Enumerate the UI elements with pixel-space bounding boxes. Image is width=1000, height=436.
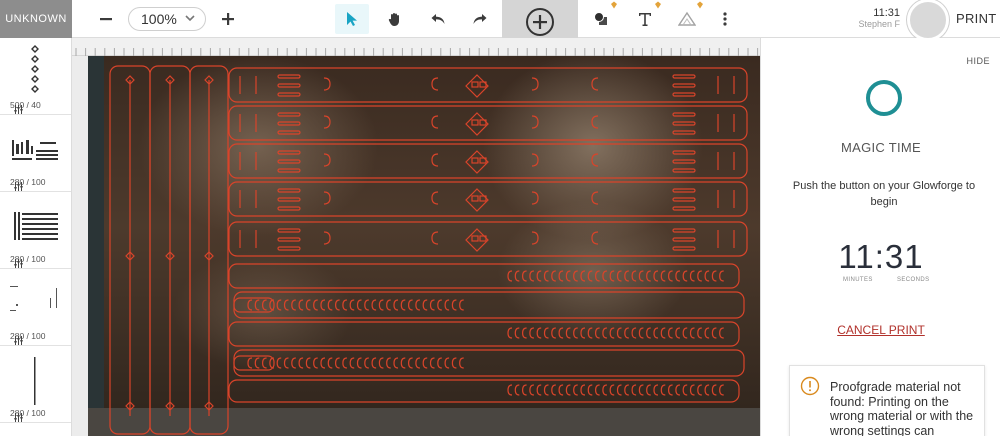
panel-title: MAGIC TIME bbox=[840, 140, 922, 155]
thumbnail-preview bbox=[12, 140, 58, 160]
warning-message: Proofgrade material not found: Printing … bbox=[830, 380, 974, 436]
hand-pan-icon bbox=[388, 13, 399, 26]
thumbnail-item[interactable]: 280 / 100 bbox=[0, 269, 71, 346]
thumbnail-item[interactable]: 280 / 100 bbox=[0, 192, 71, 269]
clock-display: 11:31 Stephen F bbox=[858, 7, 900, 29]
print-status-panel: HIDE MAGIC TIME Push the button on your … bbox=[760, 38, 1000, 436]
top-toolbar: UNKNOWN 100% 11:31 Stephen F PRINT bbox=[0, 0, 1000, 44]
print-button[interactable]: PRINT bbox=[956, 11, 997, 26]
panel-instruction: Push the button on your Glowforge to beg… bbox=[792, 180, 976, 208]
thumbnail-settings: 500 / 40 bbox=[10, 100, 41, 114]
material-warning-card: Proofgrade material not found: Printing … bbox=[789, 365, 985, 436]
text-icon bbox=[639, 13, 651, 26]
plus-icon bbox=[222, 13, 234, 25]
thumbnail-settings: 280 / 100 bbox=[10, 177, 45, 191]
thumbnail-settings: 280 / 100 bbox=[10, 408, 45, 422]
user-name: Stephen F bbox=[858, 19, 900, 29]
select-tool-button[interactable] bbox=[335, 4, 369, 34]
undo-icon bbox=[431, 14, 445, 24]
zoom-in-button[interactable] bbox=[216, 4, 240, 34]
zoom-value: 100% bbox=[141, 11, 177, 27]
shapes-icon bbox=[594, 12, 607, 25]
trace-icon bbox=[678, 11, 696, 26]
chevron-down-icon bbox=[185, 15, 195, 22]
settings-sliders-icon bbox=[14, 182, 23, 191]
timer-seconds: 31 bbox=[884, 238, 924, 275]
minus-icon bbox=[100, 18, 112, 21]
undo-button[interactable] bbox=[424, 4, 452, 34]
shapes-button[interactable] bbox=[590, 1, 617, 34]
settings-sliders-icon bbox=[14, 336, 23, 345]
cancel-print-button[interactable]: CANCEL PRINT bbox=[761, 323, 1000, 337]
material-label: UNKNOWN bbox=[5, 13, 67, 25]
bed-camera-view bbox=[88, 56, 760, 436]
progress-ring-icon bbox=[866, 80, 902, 116]
timer-minutes-label: MINUTES bbox=[843, 277, 873, 283]
thumbnail-preview bbox=[31, 45, 39, 93]
zoom-select[interactable]: 100% bbox=[128, 7, 206, 31]
thumbnail-preview bbox=[34, 357, 36, 405]
trace-button[interactable] bbox=[676, 1, 703, 34]
add-circle-icon bbox=[526, 8, 554, 36]
premium-badge-icon bbox=[655, 1, 661, 9]
timer-seconds-label: SECONDS bbox=[897, 277, 930, 283]
redo-button[interactable] bbox=[466, 4, 494, 34]
print-button-indicator[interactable] bbox=[907, 0, 949, 41]
thumbnail-item[interactable]: 500 / 40 bbox=[0, 38, 71, 115]
design-canvas[interactable] bbox=[72, 56, 760, 436]
ruler-ticks bbox=[75, 48, 759, 56]
settings-sliders-icon bbox=[14, 259, 23, 268]
zoom-out-button[interactable] bbox=[94, 4, 118, 34]
select-arrow-icon bbox=[347, 12, 357, 26]
pan-tool-button[interactable] bbox=[380, 4, 410, 34]
material-selector[interactable]: UNKNOWN bbox=[0, 0, 72, 38]
premium-badge-icon bbox=[697, 1, 703, 9]
thumbnail-preview bbox=[10, 286, 57, 311]
thumbnail-item[interactable]: 280 / 100 bbox=[0, 115, 71, 192]
more-options-button[interactable] bbox=[716, 4, 734, 34]
more-vertical-icon bbox=[723, 12, 727, 26]
glowforge-app: UNKNOWN 100% 11:31 Stephen F PRINT 500 /… bbox=[0, 0, 1000, 436]
warning-icon bbox=[800, 376, 820, 396]
thumbnail-preview bbox=[14, 212, 58, 240]
redo-icon bbox=[473, 14, 487, 24]
thumbnail-settings: 280 / 100 bbox=[10, 331, 45, 345]
countdown-timer: 11:31 bbox=[761, 238, 1000, 276]
premium-badge-icon bbox=[611, 1, 617, 9]
settings-sliders-icon bbox=[14, 105, 23, 114]
top-ruler bbox=[72, 38, 760, 56]
text-tool-button[interactable] bbox=[634, 1, 661, 34]
settings-sliders-icon bbox=[14, 413, 23, 422]
timer-minutes: 11 bbox=[838, 238, 875, 275]
design-thumbnails-sidebar: 500 / 40 280 / 100 280 / 100 280 / 100 2… bbox=[0, 38, 72, 436]
hide-panel-button[interactable]: HIDE bbox=[966, 56, 990, 66]
thumbnail-item[interactable]: 280 / 100 bbox=[0, 346, 71, 423]
thumbnail-settings: 280 / 100 bbox=[10, 254, 45, 268]
clock-time: 11:31 bbox=[873, 7, 900, 19]
timer-separator: : bbox=[874, 238, 885, 275]
